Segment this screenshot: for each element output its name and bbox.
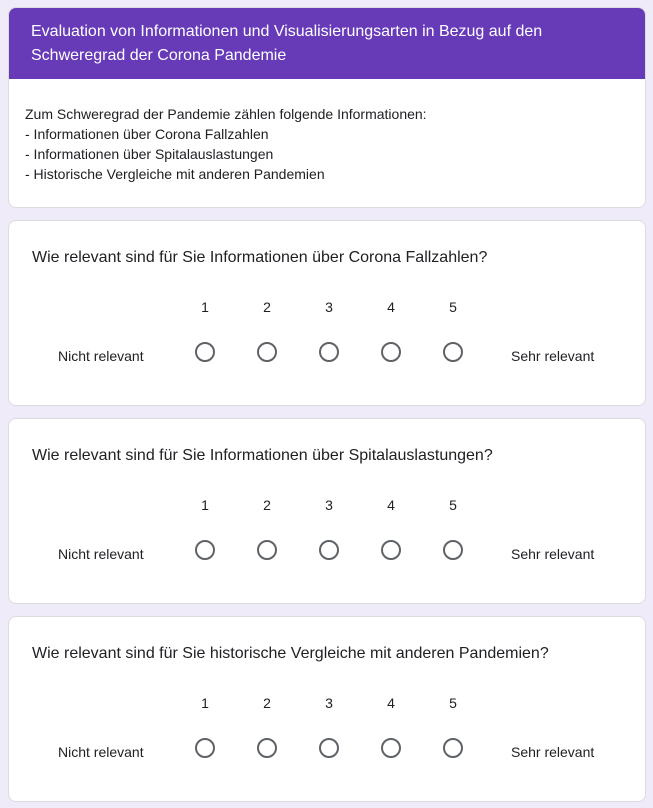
description-line: - Informationen über Corona Fallzahlen [25,126,269,142]
scale-low-label: Nicht relevant [58,744,144,760]
radio-option-4[interactable] [381,342,401,362]
description-line: - Informationen über Spitalauslastungen [25,146,274,162]
scale-label-3: 3 [325,299,333,315]
question-card-historische-vergleiche: Wie relevant sind für Sie historische Ve… [8,616,646,802]
scale-label-1: 1 [201,299,209,315]
scale-label-1: 1 [201,497,209,513]
scale-label-2: 2 [263,299,271,315]
form-description: Zum Schweregrad der Pandemie zählen folg… [9,79,645,184]
scale-label-2: 2 [263,695,271,711]
radio-option-1[interactable] [195,342,215,362]
radio-option-3[interactable] [319,342,339,362]
description-line: Zum Schweregrad der Pandemie zählen folg… [25,106,427,122]
form-header-band: Evaluation von Informationen und Visuali… [9,8,645,79]
scale-high-label: Sehr relevant [511,348,595,364]
scale-label-3: 3 [325,695,333,711]
radio-option-3[interactable] [319,738,339,758]
form-page: Evaluation von Informationen und Visuali… [0,0,653,808]
form-header-card: Evaluation von Informationen und Visuali… [8,7,646,208]
scale-label-4: 4 [387,299,395,315]
scale-label-4: 4 [387,497,395,513]
radio-option-3[interactable] [319,540,339,560]
radio-option-2[interactable] [257,342,277,362]
scale-label-3: 3 [325,497,333,513]
scale-label-5: 5 [449,299,457,315]
question-title: Wie relevant sind für Sie historische Ve… [32,645,549,662]
form-title: Evaluation von Informationen und Visuali… [31,23,543,64]
question-title: Wie relevant sind für Sie Informationen … [32,447,493,464]
radio-option-2[interactable] [257,738,277,758]
radio-option-5[interactable] [443,342,463,362]
radio-option-5[interactable] [443,738,463,758]
radio-option-4[interactable] [381,540,401,560]
radio-option-1[interactable] [195,738,215,758]
scale-label-2: 2 [263,497,271,513]
question-card-fallzahlen: Wie relevant sind für Sie Informationen … [8,220,646,406]
scale-low-label: Nicht relevant [58,546,144,562]
radio-option-5[interactable] [443,540,463,560]
radio-option-1[interactable] [195,540,215,560]
scale-label-4: 4 [387,695,395,711]
scale-label-5: 5 [449,497,457,513]
scale-high-label: Sehr relevant [511,546,595,562]
scale-high-label: Sehr relevant [511,744,595,760]
scale-label-5: 5 [449,695,457,711]
question-title: Wie relevant sind für Sie Informationen … [32,249,488,266]
scale-label-1: 1 [201,695,209,711]
question-card-spitalauslastungen: Wie relevant sind für Sie Informationen … [8,418,646,604]
radio-option-4[interactable] [381,738,401,758]
scale-low-label: Nicht relevant [58,348,144,364]
description-line: - Historische Vergleiche mit anderen Pan… [25,166,325,182]
radio-option-2[interactable] [257,540,277,560]
